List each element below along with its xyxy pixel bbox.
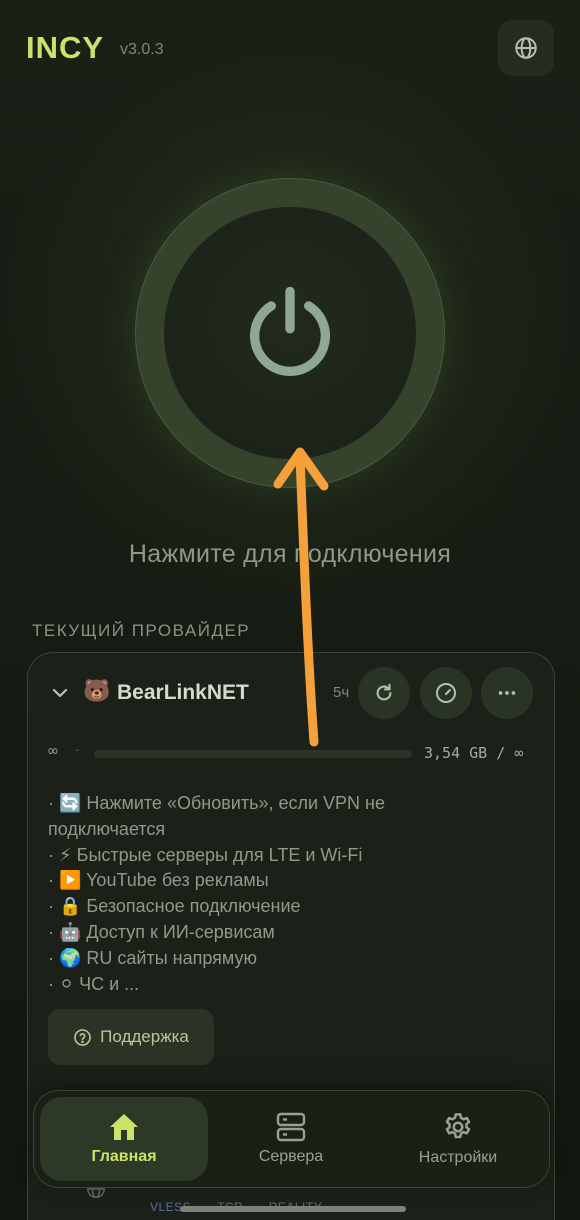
bottom-navigation: Главная Сервера Настройки xyxy=(33,1090,550,1188)
more-button[interactable] xyxy=(481,667,533,719)
home-indicator xyxy=(180,1206,406,1212)
support-button[interactable]: Поддержка xyxy=(48,1009,214,1065)
section-label: ТЕКУЩИЙ ПРОВАЙДЕР xyxy=(32,621,251,640)
support-label: Поддержка xyxy=(100,1027,189,1046)
provider-emoji: 🐻 xyxy=(83,678,111,703)
server-icon xyxy=(276,1112,306,1142)
home-icon xyxy=(110,1114,138,1140)
app-version: v3.0.3 xyxy=(120,41,164,58)
nav-label: Сервера xyxy=(258,1148,324,1165)
provider-description: · 🔄 Нажмите «Обновить», если VPN не подк… xyxy=(48,791,478,997)
description-line: · ⚡ Быстрые серверы для LTE и Wi-Fi xyxy=(48,844,363,865)
gear-icon xyxy=(445,1113,471,1139)
description-line: · 🔒 Безопасное подключение xyxy=(48,896,301,917)
globe-icon xyxy=(515,37,537,59)
description-line: · 🔄 Нажмите «Обновить», если VPN не xyxy=(48,793,385,813)
more-icon xyxy=(498,691,516,695)
description-line: подключается xyxy=(48,818,166,839)
speed-test-button[interactable] xyxy=(420,667,472,719)
app-screen: INCY v3.0.3 Нажмите для подключения ТЕКУ… xyxy=(0,0,580,1220)
traffic-separator: · xyxy=(75,741,80,757)
chevron-down-icon[interactable] xyxy=(50,683,70,703)
description-line: · ▶️ YouTube без рекламы xyxy=(48,870,269,891)
nav-home[interactable]: Главная xyxy=(40,1097,208,1181)
description-line: · 🤖 Доступ к ИИ-сервисам xyxy=(48,921,275,942)
refresh-icon xyxy=(376,683,392,701)
arrow-icon xyxy=(273,447,329,747)
nav-settings[interactable]: Настройки xyxy=(374,1097,542,1181)
speedometer-icon xyxy=(436,683,456,703)
provider-name: BearLinkNET xyxy=(117,681,249,704)
power-icon xyxy=(249,286,331,376)
traffic-used: 3,54 GB / ∞ xyxy=(424,744,524,762)
app-title: INCY xyxy=(26,30,105,65)
refresh-button[interactable] xyxy=(358,667,410,719)
nav-servers[interactable]: Сервера xyxy=(208,1097,374,1181)
traffic-progress-bar xyxy=(94,750,412,758)
description-line: · ⚪ ЧС и ... xyxy=(48,973,140,994)
description-line: · 🌍 RU сайты напрямую xyxy=(48,947,257,968)
update-time: 5ч xyxy=(333,684,350,701)
nav-label: Главная xyxy=(91,1148,157,1165)
nav-label: Настройки xyxy=(418,1149,498,1166)
power-button-inner xyxy=(164,207,416,459)
traffic-limit: ∞ xyxy=(48,741,58,760)
help-icon xyxy=(74,1028,91,1046)
language-button[interactable] xyxy=(498,20,554,76)
